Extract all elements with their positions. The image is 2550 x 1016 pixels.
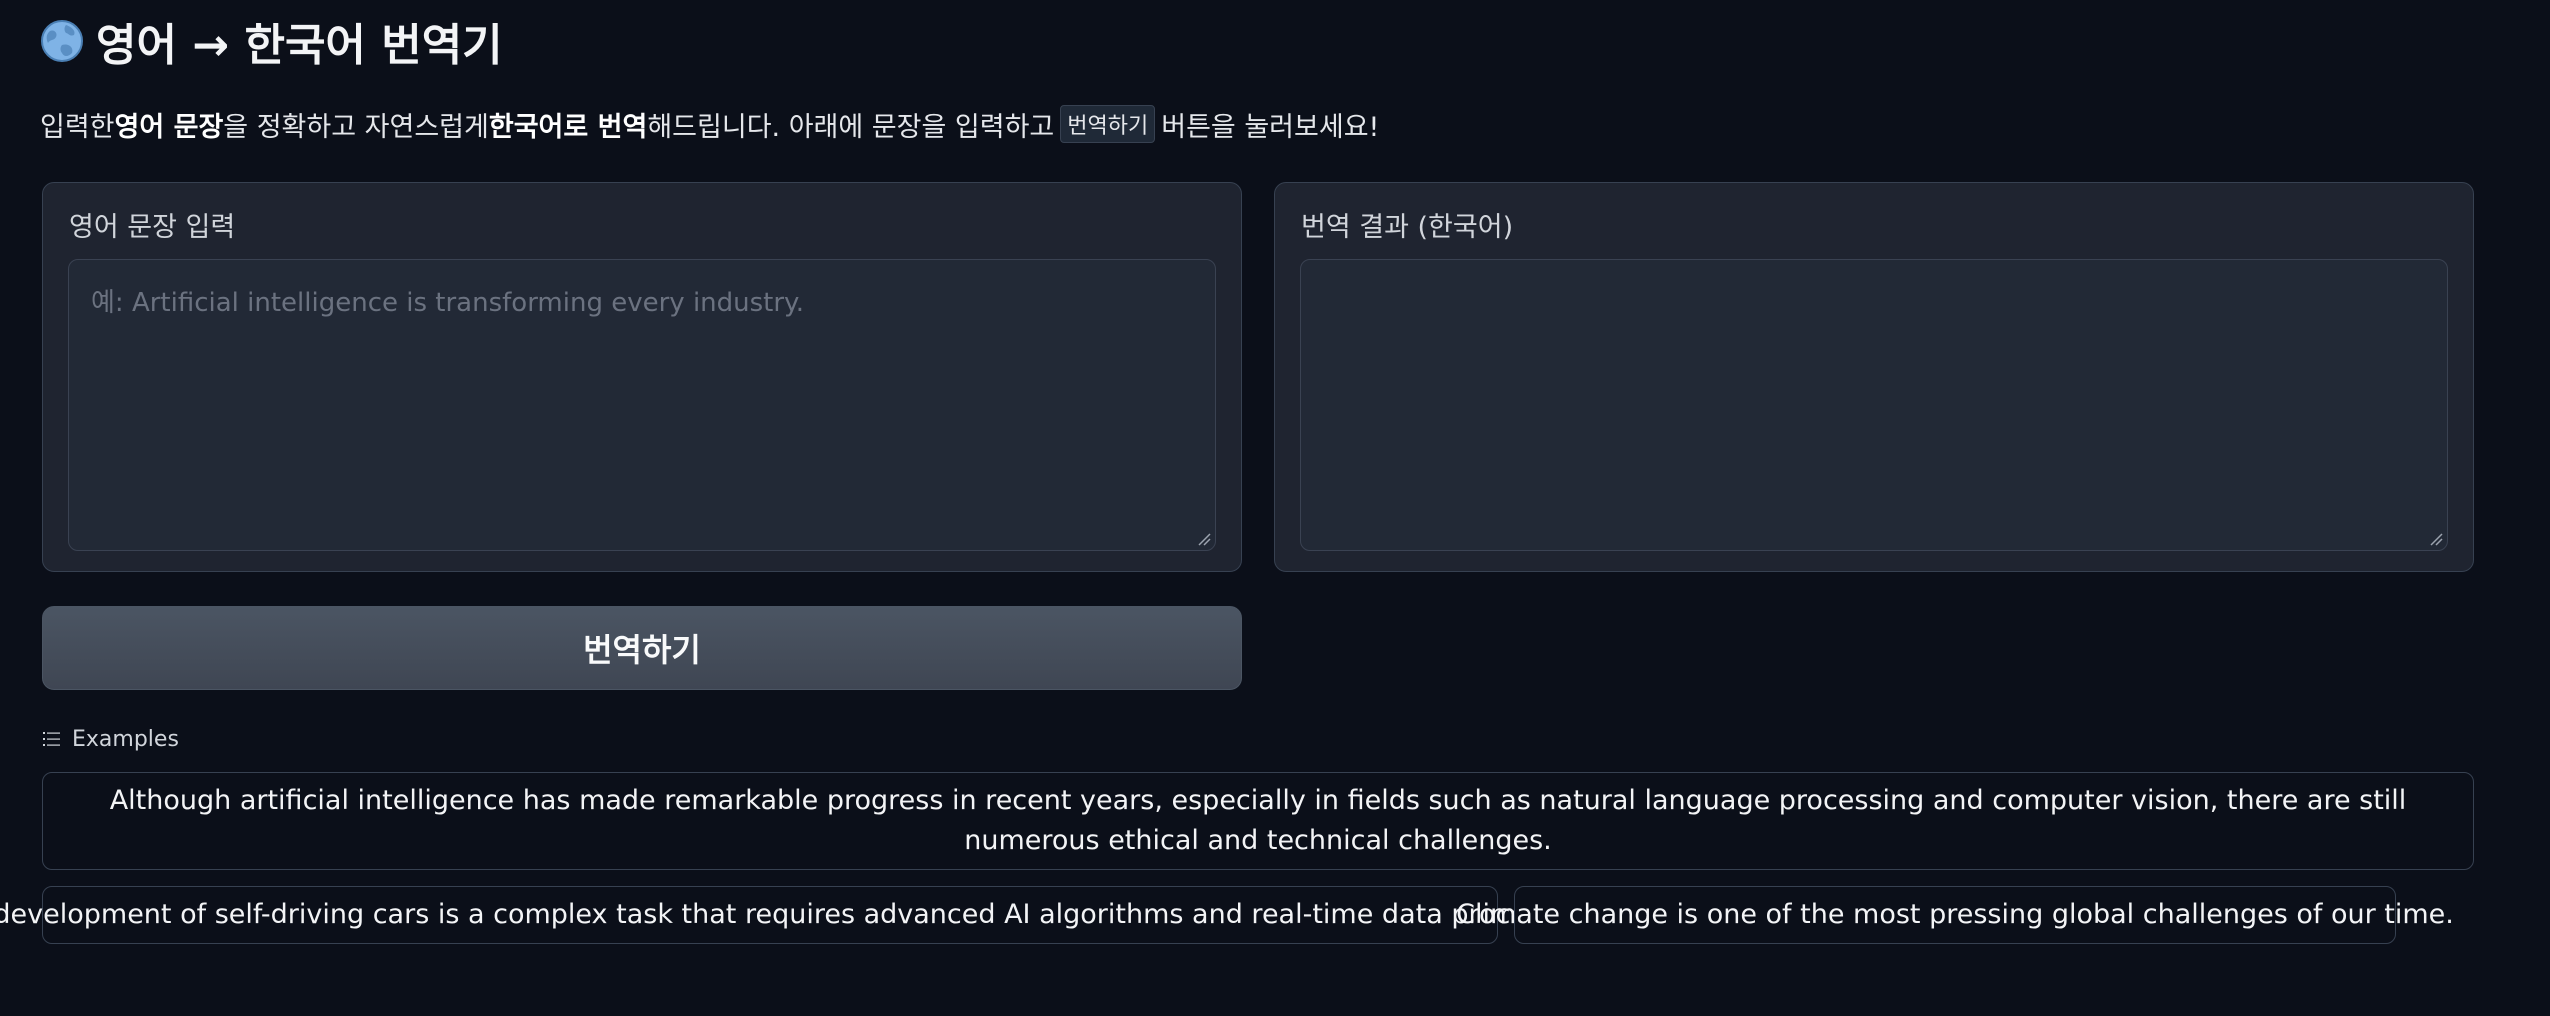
desc-text-2: 을 정확하고 자연스럽게 xyxy=(223,111,489,143)
korean-output[interactable] xyxy=(1300,259,2448,551)
input-panel: 영어 문장 입력 예: Artificial intelligence is t… xyxy=(42,182,1242,572)
input-placeholder: 예: Artificial intelligence is transformi… xyxy=(91,288,804,318)
output-panel: 번역 결과 (한국어) xyxy=(1274,182,2474,572)
page-title: 영어 → 한국어 번역기 xyxy=(40,10,503,72)
desc-bold-1: 영어 문장 xyxy=(114,111,224,143)
translate-button[interactable]: 번역하기 xyxy=(42,606,1242,690)
examples-header: Examples xyxy=(42,724,179,754)
input-label: 영어 문장 입력 xyxy=(69,212,236,243)
example-item[interactable]: Although artificial intelligence has mad… xyxy=(42,772,2474,870)
desc-text-4: 버튼을 눌러보세요! xyxy=(1161,111,1380,143)
desc-bold-2: 한국어로 번역 xyxy=(488,111,648,143)
list-icon xyxy=(43,732,60,746)
english-input[interactable]: 예: Artificial intelligence is transformi… xyxy=(68,259,1216,551)
desc-text-1: 입력한 xyxy=(40,111,115,143)
desc-text-3: 해드립니다. 아래에 문장을 입력하고 xyxy=(647,111,1055,143)
resize-handle-icon[interactable] xyxy=(2429,532,2443,546)
resize-handle-icon[interactable] xyxy=(1197,532,1211,546)
translator-app: 영어 → 한국어 번역기 입력한 영어 문장 을 정확하고 자연스럽게 한국어로 … xyxy=(0,0,2550,1016)
output-label: 번역 결과 (한국어) xyxy=(1301,212,1514,243)
globe-icon xyxy=(41,20,83,62)
examples-label: Examples xyxy=(72,726,179,752)
title-text: 영어 → 한국어 번역기 xyxy=(96,20,503,71)
example-item[interactable]: The development of self-driving cars is … xyxy=(0,886,1605,944)
description: 입력한 영어 문장 을 정확하고 자연스럽게 한국어로 번역 해드립니다. 아래에 … xyxy=(40,100,1379,148)
desc-inline-code: 번역하기 xyxy=(1060,105,1156,143)
example-item[interactable]: Climate change is one of the most pressi… xyxy=(1456,886,2454,944)
